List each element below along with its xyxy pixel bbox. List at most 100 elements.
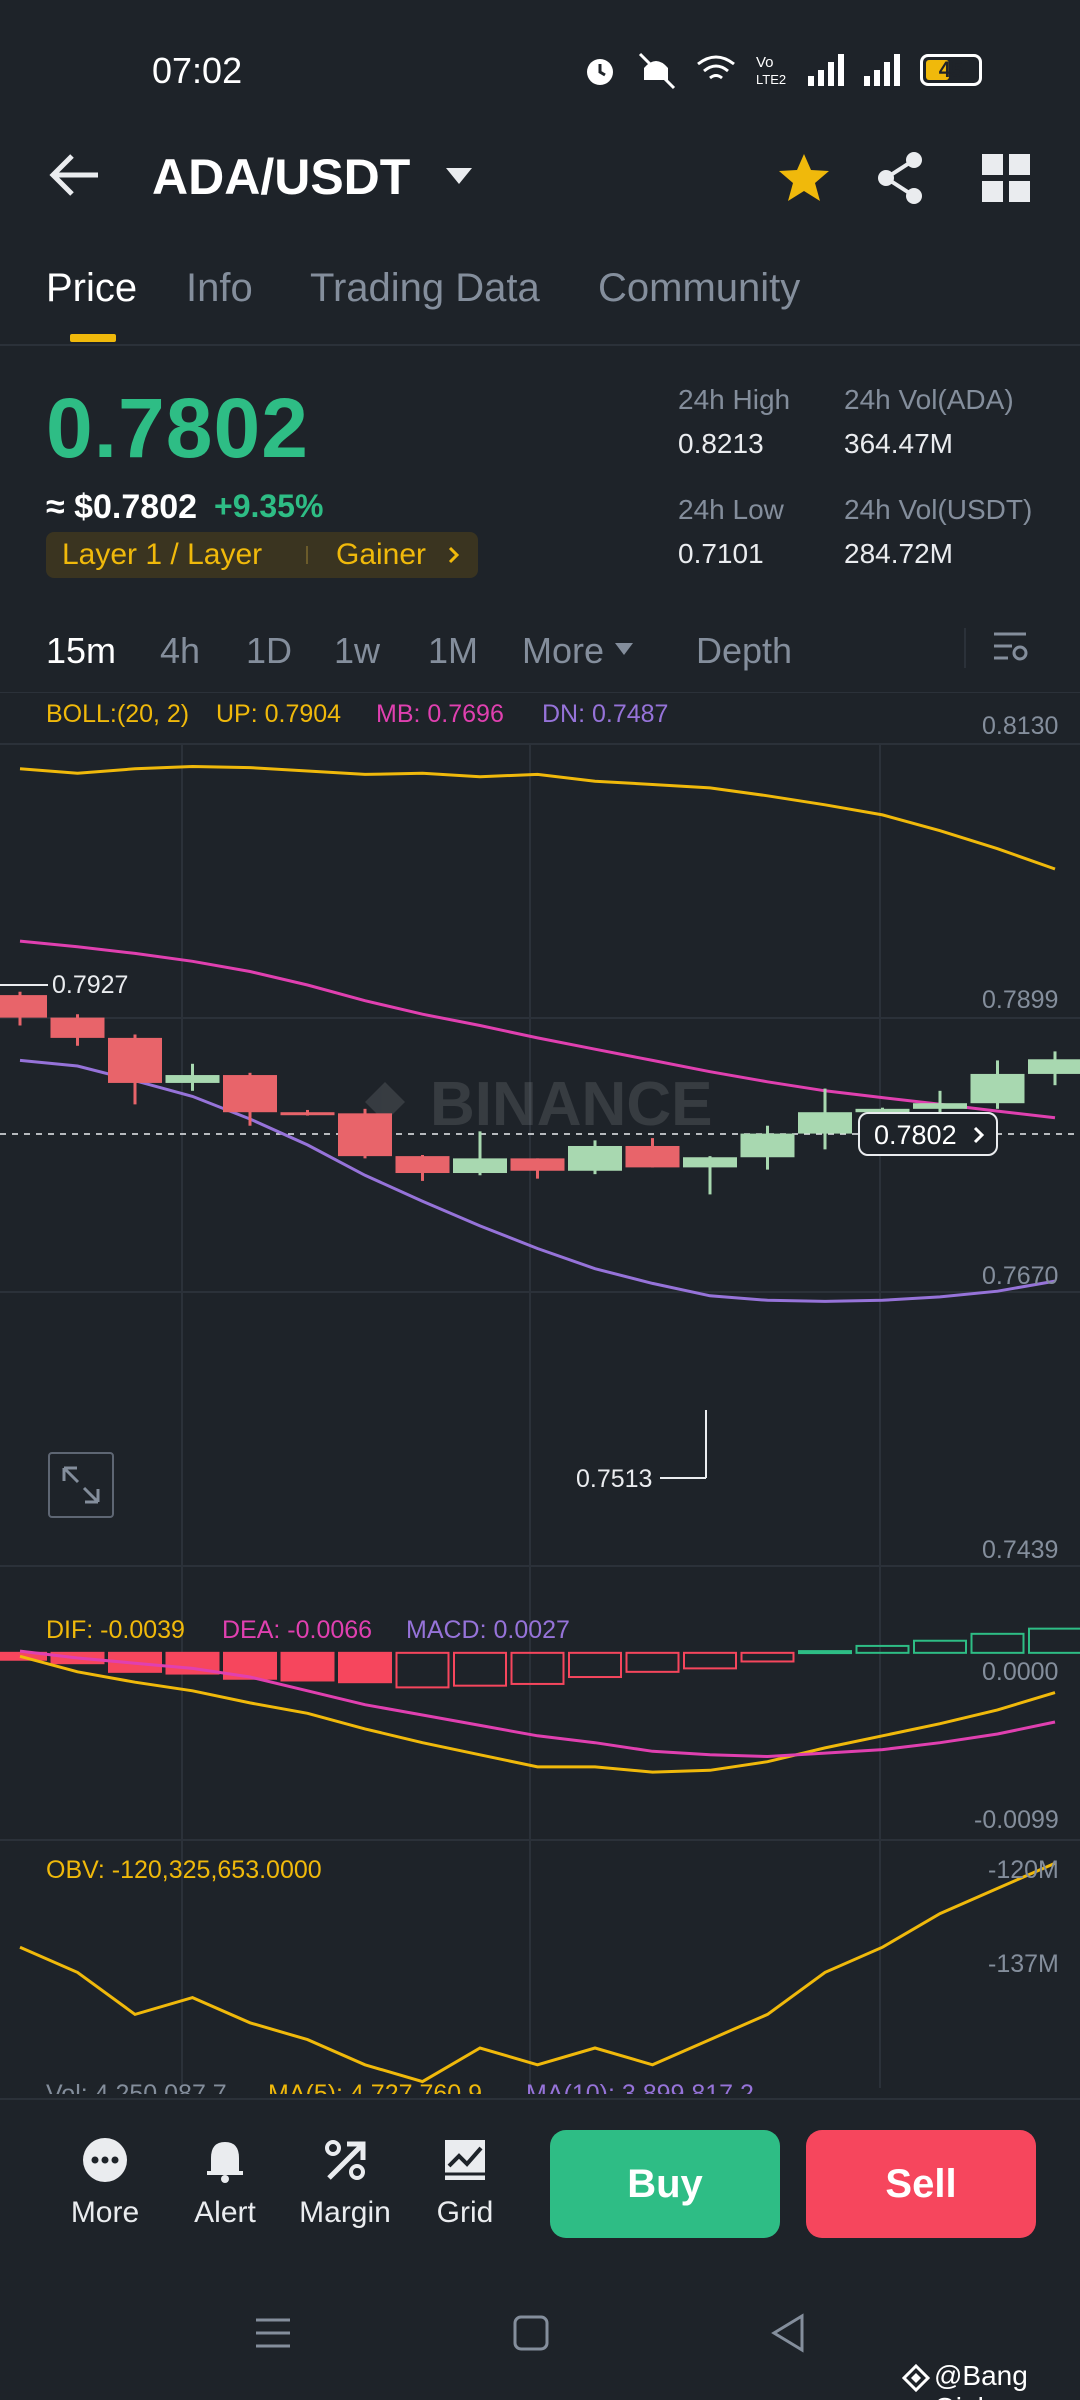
candle-up	[1028, 1059, 1080, 1074]
high-marker-label: 0.7927	[52, 971, 128, 999]
macd-bar	[683, 1651, 737, 1670]
stat-low-value: 0.7101	[678, 538, 764, 569]
axis-main-1: 0.8130	[982, 712, 1059, 740]
signal-icon-2	[864, 54, 900, 86]
last-price: 0.7802	[46, 381, 309, 475]
axis-obv-2: -137M	[988, 1950, 1059, 1978]
vol-label: Vol: 4,250,087.7	[46, 2080, 227, 2094]
back-arrow-icon[interactable]	[40, 140, 110, 210]
candle-up	[913, 1103, 967, 1109]
axis-macd-1: 0.0000	[982, 1658, 1059, 1686]
more-caret-icon[interactable]	[614, 642, 634, 656]
interval-1m[interactable]: 1M	[428, 630, 478, 672]
svg-text:Vo: Vo	[756, 54, 774, 71]
chevron-right-icon	[448, 546, 460, 564]
candle-down	[338, 1113, 392, 1157]
axis-obv-1: -120M	[988, 1856, 1059, 1884]
macd-bar	[568, 1651, 622, 1679]
candle-up	[453, 1158, 507, 1174]
svg-text:LTE2: LTE2	[756, 72, 786, 87]
share-icon[interactable]	[872, 148, 928, 208]
candle-up	[683, 1157, 737, 1168]
candle-down	[625, 1145, 680, 1168]
macd-dif: DIF: -0.0039	[46, 1616, 185, 1644]
low-marker-label: 0.7513	[576, 1465, 652, 1493]
category-tag[interactable]: Layer 1 / Layer Gainer	[46, 532, 478, 578]
usd-price: ≈ $0.7802	[46, 488, 198, 526]
obv-panel	[19, 1861, 1056, 2084]
battery-text: 45	[938, 57, 964, 82]
signal-icon	[808, 54, 844, 86]
expand-chart-button[interactable]	[48, 1452, 114, 1518]
macd-bar	[280, 1651, 335, 1682]
interval-more[interactable]: More	[522, 630, 604, 672]
axis-macd-2: -0.0099	[974, 1806, 1059, 1834]
obv-label: OBV: -120,325,653.0000	[46, 1856, 322, 1884]
macd-panel	[0, 1627, 1080, 1774]
expand-icon	[62, 1466, 100, 1504]
nav-home-icon[interactable]	[506, 2308, 556, 2358]
star-icon[interactable]	[776, 150, 832, 206]
macd-value: MACD: 0.0027	[406, 1616, 570, 1644]
macd-bar	[510, 1651, 565, 1685]
wifi-icon	[697, 55, 735, 80]
macd-bar	[798, 1650, 852, 1655]
svg-text:BINANCE: BINANCE	[430, 1070, 712, 1139]
vol-ma5: MA(5): 4,727,760.9	[268, 2080, 483, 2094]
buy-button[interactable]: Buy	[550, 2130, 780, 2238]
status-icons: Vo LTE2 45	[580, 50, 1000, 94]
interval-1w[interactable]: 1w	[334, 630, 380, 672]
macd-bar	[338, 1651, 392, 1684]
chart-settings-icon[interactable]	[990, 626, 1030, 666]
tab-community[interactable]: Community	[598, 266, 800, 311]
sell-button[interactable]: Sell	[806, 2130, 1036, 2238]
boll-dn: DN: 0.7487	[542, 700, 669, 728]
macd-bar	[970, 1632, 1025, 1654]
bollinger-bands	[19, 764, 1056, 1303]
interval-4h[interactable]: 4h	[160, 630, 200, 672]
macd-bar	[913, 1639, 967, 1654]
interval-depth[interactable]: Depth	[696, 630, 792, 672]
stat-high-value: 0.8213	[678, 428, 764, 459]
boll-mb: MB: 0.7696	[376, 700, 504, 728]
interval-15m[interactable]: 15m	[46, 630, 116, 672]
current-price-tag[interactable]: 0.7802	[858, 1112, 998, 1156]
grid-icon[interactable]	[980, 152, 1032, 204]
macd-dea: DEA: -0.0066	[222, 1616, 373, 1644]
tag-separator	[306, 546, 308, 564]
tab-price[interactable]: Price	[46, 266, 137, 311]
candle-down	[0, 995, 47, 1018]
interval-1d[interactable]: 1D	[246, 630, 292, 672]
stat-vol-usdt-value: 284.72M	[844, 538, 953, 569]
status-time: 07:02	[152, 50, 243, 91]
battery-icon: 45	[920, 54, 982, 86]
volte-icon: Vo LTE2	[756, 54, 786, 87]
watermark-logo-icon	[902, 2364, 930, 2392]
macd-dea-line	[19, 1649, 1056, 1759]
pair-title[interactable]: ADA/USDT	[152, 148, 410, 206]
macd-bar	[453, 1651, 507, 1687]
tab-active-indicator	[70, 334, 116, 342]
stat-low-label: 24h Low	[678, 494, 784, 525]
stat-vol-ada-label: 24h Vol(ADA)	[844, 384, 1014, 415]
stat-vol-ada-value: 364.47M	[844, 428, 953, 459]
nav-back-icon[interactable]	[764, 2308, 814, 2358]
more-dots-icon	[83, 2138, 127, 2182]
current-price-tag-value: 0.7802	[874, 1120, 957, 1150]
nav-menu-icon[interactable]	[248, 2308, 298, 2358]
binance-watermark: BINANCE	[365, 1070, 712, 1139]
tag-gainer: Gainer	[336, 538, 427, 571]
macd-bar	[625, 1651, 680, 1673]
bell-icon	[207, 2142, 243, 2183]
candle-down	[395, 1156, 450, 1174]
grid-label: Grid	[436, 2196, 494, 2229]
mute-icon	[638, 52, 676, 90]
caret-down-icon[interactable]	[444, 166, 474, 186]
tab-trading-data[interactable]: Trading Data	[310, 266, 540, 311]
stat-high-label: 24h High	[678, 384, 791, 415]
tab-info[interactable]: Info	[186, 266, 253, 311]
candle-down	[50, 1017, 105, 1038]
macd-bar	[395, 1651, 450, 1689]
credit-watermark: @Bang Ojek	[934, 2360, 1028, 2400]
margin-icon	[325, 2140, 366, 2180]
